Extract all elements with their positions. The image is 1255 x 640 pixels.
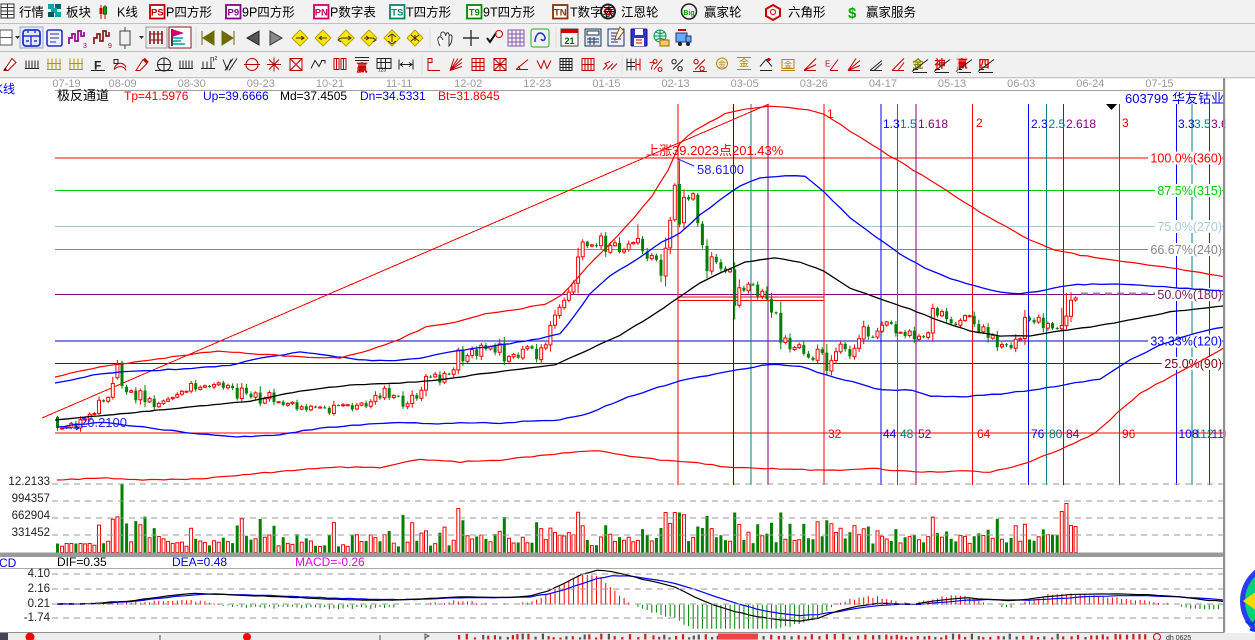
svg-text:75.0%(270): 75.0%(270) [1157,220,1222,234]
svg-text:Up=39.6666: Up=39.6666 [203,89,269,103]
svg-text:-1.74: -1.74 [24,612,51,624]
svg-text:48: 48 [900,427,914,441]
svg-text:66.67%(240): 66.67%(240) [1150,243,1222,257]
svg-text:58.6100: 58.6100 [697,162,744,177]
svg-text:Bt=31.8645: Bt=31.8645 [438,89,500,103]
svg-text:44: 44 [883,427,897,441]
svg-text:赢: 赢 [357,61,368,75]
svg-text:662904: 662904 [12,510,51,522]
svg-text:T四方形: T四方形 [406,5,452,20]
svg-text:T数字表: T数字表 [570,5,616,20]
svg-text:Md=37.4505: Md=37.4505 [280,89,347,103]
svg-text:52: 52 [918,427,932,441]
svg-text:25.0%(90): 25.0%(90) [1164,357,1222,371]
svg-text:金: 金 [739,57,749,70]
svg-text:Tp=41.5976: Tp=41.5976 [124,89,189,103]
svg-text:603799 华友钴业: 603799 华友钴业 [1125,91,1224,106]
svg-text:TN: TN [554,8,567,19]
svg-text:331452: 331452 [12,527,50,539]
svg-text:1.3: 1.3 [883,117,900,131]
svg-text:76: 76 [1031,427,1045,441]
svg-text:994357: 994357 [12,493,50,505]
svg-text:PN: PN [315,8,328,19]
svg-text:04-17: 04-17 [869,78,897,90]
svg-text:123: 123 [378,68,387,74]
svg-text:02-13: 02-13 [662,78,690,90]
svg-text:64: 64 [977,427,991,441]
svg-text:12-23: 12-23 [523,78,551,90]
svg-text:Big: Big [683,10,694,17]
svg-text:Dn=34.5331: Dn=34.5331 [360,89,426,103]
svg-text:4.10: 4.10 [28,568,50,580]
svg-text:TS: TS [391,8,403,19]
svg-text:1.5: 1.5 [900,117,917,131]
svg-text:12.2133: 12.2133 [8,476,50,488]
svg-text:行情: 行情 [19,6,44,20]
svg-text:MACD: MACD [0,556,17,570]
svg-text:板块: 板块 [66,6,92,20]
svg-text:六角形: 六角形 [788,6,826,20]
svg-text:21: 21 [564,36,574,46]
svg-text:赢家轮: 赢家轮 [704,5,742,20]
svg-text:赢家服务: 赢家服务 [866,5,916,20]
svg-text:03-26: 03-26 [800,78,828,90]
svg-text:P数字表: P数字表 [330,5,376,20]
svg-text:80: 80 [1049,427,1063,441]
svg-text:PS: PS [151,8,164,19]
svg-text:9: 9 [108,43,112,50]
svg-text:2.16: 2.16 [28,583,50,595]
svg-text:极反通道: 极反通道 [57,88,109,103]
svg-text:P四方形: P四方形 [166,5,212,20]
svg-text:03-05: 03-05 [731,78,759,90]
svg-text:金: 金 [718,59,726,69]
svg-text:DEA=0.48: DEA=0.48 [172,555,227,569]
svg-text:2: 2 [976,116,983,130]
svg-text:DIF=0.35: DIF=0.35 [57,555,107,569]
svg-text:3: 3 [83,43,87,50]
svg-text:K线: K线 [0,82,15,96]
svg-text:96: 96 [1122,427,1136,441]
svg-text:06-24: 06-24 [1076,78,1104,90]
svg-text:3: 3 [1122,116,1129,130]
svg-text:100.0%(360): 100.0%(360) [1150,152,1222,166]
svg-text:金: 金 [784,60,792,70]
svg-text:20.2100: 20.2100 [80,415,127,430]
svg-text:T9: T9 [469,8,480,19]
svg-text:dh 0625: dh 0625 [1166,635,1191,640]
svg-text:01-15: 01-15 [592,78,620,90]
svg-text:06-03: 06-03 [1007,78,1035,90]
svg-text:9P四方形: 9P四方形 [242,5,295,20]
svg-text:32: 32 [828,427,842,441]
svg-text:上涨39.2023点201.43%: 上涨39.2023点201.43% [646,143,784,158]
svg-text:E: E [825,60,830,69]
svg-text:07-15: 07-15 [1145,78,1173,90]
svg-text:0.21: 0.21 [28,598,50,610]
svg-text:P9: P9 [227,8,239,19]
svg-text:87.5%(315): 87.5%(315) [1157,184,1222,198]
svg-text:K线: K线 [117,6,138,20]
svg-text:7: 7 [649,61,655,73]
svg-text:MACD=-0.26: MACD=-0.26 [295,555,365,569]
svg-text:3.3: 3.3 [1178,117,1195,131]
svg-text:江恩轮: 江恩轮 [621,6,659,20]
svg-text:3.5: 3.5 [1194,117,1211,131]
svg-text:9T四方形: 9T四方形 [483,5,536,20]
svg-text:84: 84 [1066,427,1080,441]
svg-text:05-13: 05-13 [938,78,966,90]
svg-text:2.618: 2.618 [1066,117,1096,131]
svg-text:$: $ [848,5,857,22]
svg-text:2.5: 2.5 [1049,117,1066,131]
svg-text:2.3: 2.3 [1031,117,1048,131]
svg-text:n²: n² [210,55,217,64]
svg-text:1.618: 1.618 [918,117,948,131]
